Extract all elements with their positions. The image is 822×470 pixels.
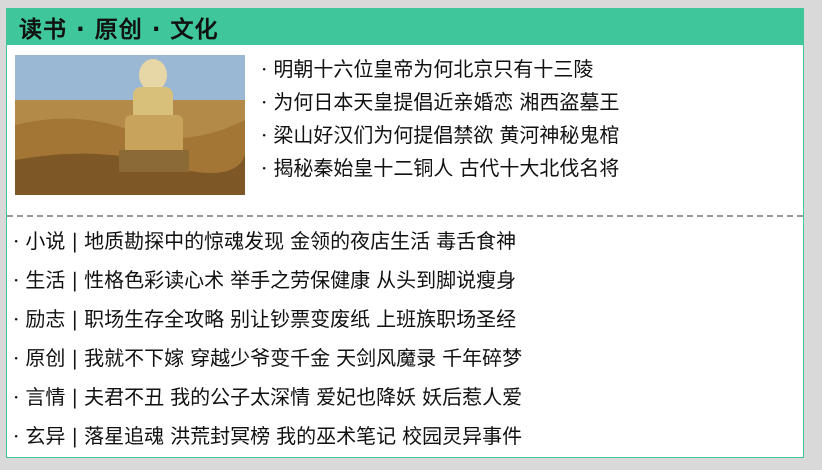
bullet: · [261,123,268,147]
separator: | [71,229,79,253]
bullet: · [13,229,20,253]
featured-link[interactable]: 古代十大北伐名将 [459,156,619,180]
bullet: · [13,307,20,331]
featured-link[interactable]: 湘西盗墓王 [519,90,619,114]
bullet: · [261,156,268,180]
featured-image[interactable] [15,55,245,195]
category-item-link[interactable]: 穿越少爷变千金 [190,346,330,370]
category-item-link[interactable]: 洪荒封冥榜 [170,424,270,448]
category-name-link[interactable]: 小说 [25,229,65,253]
featured-link-row: · 揭秘秦始皇十二铜人 古代十大北伐名将 [261,152,619,185]
featured-link[interactable]: 梁山好汉们为何提倡禁欲 [273,123,493,147]
separator: | [71,268,79,292]
category-item-link[interactable]: 职场生存全攻略 [84,307,224,331]
category-item-link[interactable]: 举手之劳保健康 [230,268,370,292]
category-name-link[interactable]: 原创 [25,346,65,370]
featured-link[interactable]: 黄河神秘鬼棺 [499,123,619,147]
category-item-link[interactable]: 落星追魂 [84,424,164,448]
category-row: · 言情 | 夫君不丑 我的公子太深情 爱妃也降妖 妖后惹人爱 [13,379,803,418]
category-item-link[interactable]: 爱妃也降妖 [316,385,416,409]
bullet: · [13,424,20,448]
bullet: · [13,346,20,370]
category-item-link[interactable]: 妖后惹人爱 [422,385,522,409]
featured-section: · 明朝十六位皇帝为何北京只有十三陵 · 为何日本天皇提倡近亲婚恋 湘西盗墓王 · 梁山好汉… [7,45,803,215]
featured-link[interactable]: 明朝十六位皇帝为何北京只有十三陵 [273,57,593,81]
category-row: · 励志 | 职场生存全攻略 别让钞票变废纸 上班族职场圣经 [13,301,803,340]
category-item-link[interactable]: 从头到脚说瘦身 [376,268,516,292]
separator: | [71,385,79,409]
featured-link-row: · 梁山好汉们为何提倡禁欲 黄河神秘鬼棺 [261,119,619,152]
featured-link[interactable]: 为何日本天皇提倡近亲婚恋 [273,90,513,114]
featured-link-row: · 为何日本天皇提倡近亲婚恋 湘西盗墓王 [261,86,619,119]
category-item-link[interactable]: 上班族职场圣经 [376,307,516,331]
category-item-link[interactable]: 性格色彩读心术 [84,268,224,292]
bullet: · [261,90,268,114]
category-item-link[interactable]: 天剑风魔录 [336,346,436,370]
featured-link-row: · 明朝十六位皇帝为何北京只有十三陵 [261,53,619,86]
category-name-link[interactable]: 励志 [25,307,65,331]
category-item-link[interactable]: 金领的夜店生活 [290,229,430,253]
category-item-link[interactable]: 我的公子太深情 [170,385,310,409]
bullet: · [13,268,20,292]
category-item-link[interactable]: 千年碎梦 [442,346,522,370]
category-item-link[interactable]: 夫君不丑 [84,385,164,409]
category-item-link[interactable]: 别让钞票变废纸 [230,307,370,331]
category-name-link[interactable]: 生活 [25,268,65,292]
bullet: · [13,385,20,409]
category-item-link[interactable]: 我就不下嫁 [84,346,184,370]
category-row: · 玄异 | 落星追魂 洪荒封冥榜 我的巫术笔记 校园灵异事件 [13,418,803,457]
featured-links: · 明朝十六位皇帝为何北京只有十三陵 · 为何日本天皇提倡近亲婚恋 湘西盗墓王 · 梁山好汉… [261,53,619,185]
separator: | [71,307,79,331]
separator: | [71,424,79,448]
category-row: · 小说 | 地质勘探中的惊魂发现 金领的夜店生活 毒舌食神 [13,223,803,262]
featured-link[interactable]: 揭秘秦始皇十二铜人 [273,156,453,180]
category-item-link[interactable]: 毒舌食神 [436,229,516,253]
bullet: · [261,57,268,81]
panel-title[interactable]: 读书 · 原创 · 文化 [19,10,219,44]
category-item-link[interactable]: 地质勘探中的惊魂发现 [84,229,284,253]
category-row: · 原创 | 我就不下嫁 穿越少爷变千金 天剑风魔录 千年碎梦 [13,340,803,379]
category-row: · 生活 | 性格色彩读心术 举手之劳保健康 从头到脚说瘦身 [13,262,803,301]
separator: | [71,346,79,370]
category-item-link[interactable]: 校园灵异事件 [402,424,522,448]
category-name-link[interactable]: 言情 [25,385,65,409]
reading-culture-panel: 读书 · 原创 · 文化 · 明朝十六位皇帝为何北京只有十三陵 · 为何日本天皇提倡近… [6,8,804,458]
category-item-link[interactable]: 我的巫术笔记 [276,424,396,448]
category-list: · 小说 | 地质勘探中的惊魂发现 金领的夜店生活 毒舌食神 · 生活 | 性格色彩读心术 举手之劳… [7,217,803,457]
panel-header: 读书 · 原创 · 文化 [7,9,803,45]
category-name-link[interactable]: 玄异 [25,424,65,448]
